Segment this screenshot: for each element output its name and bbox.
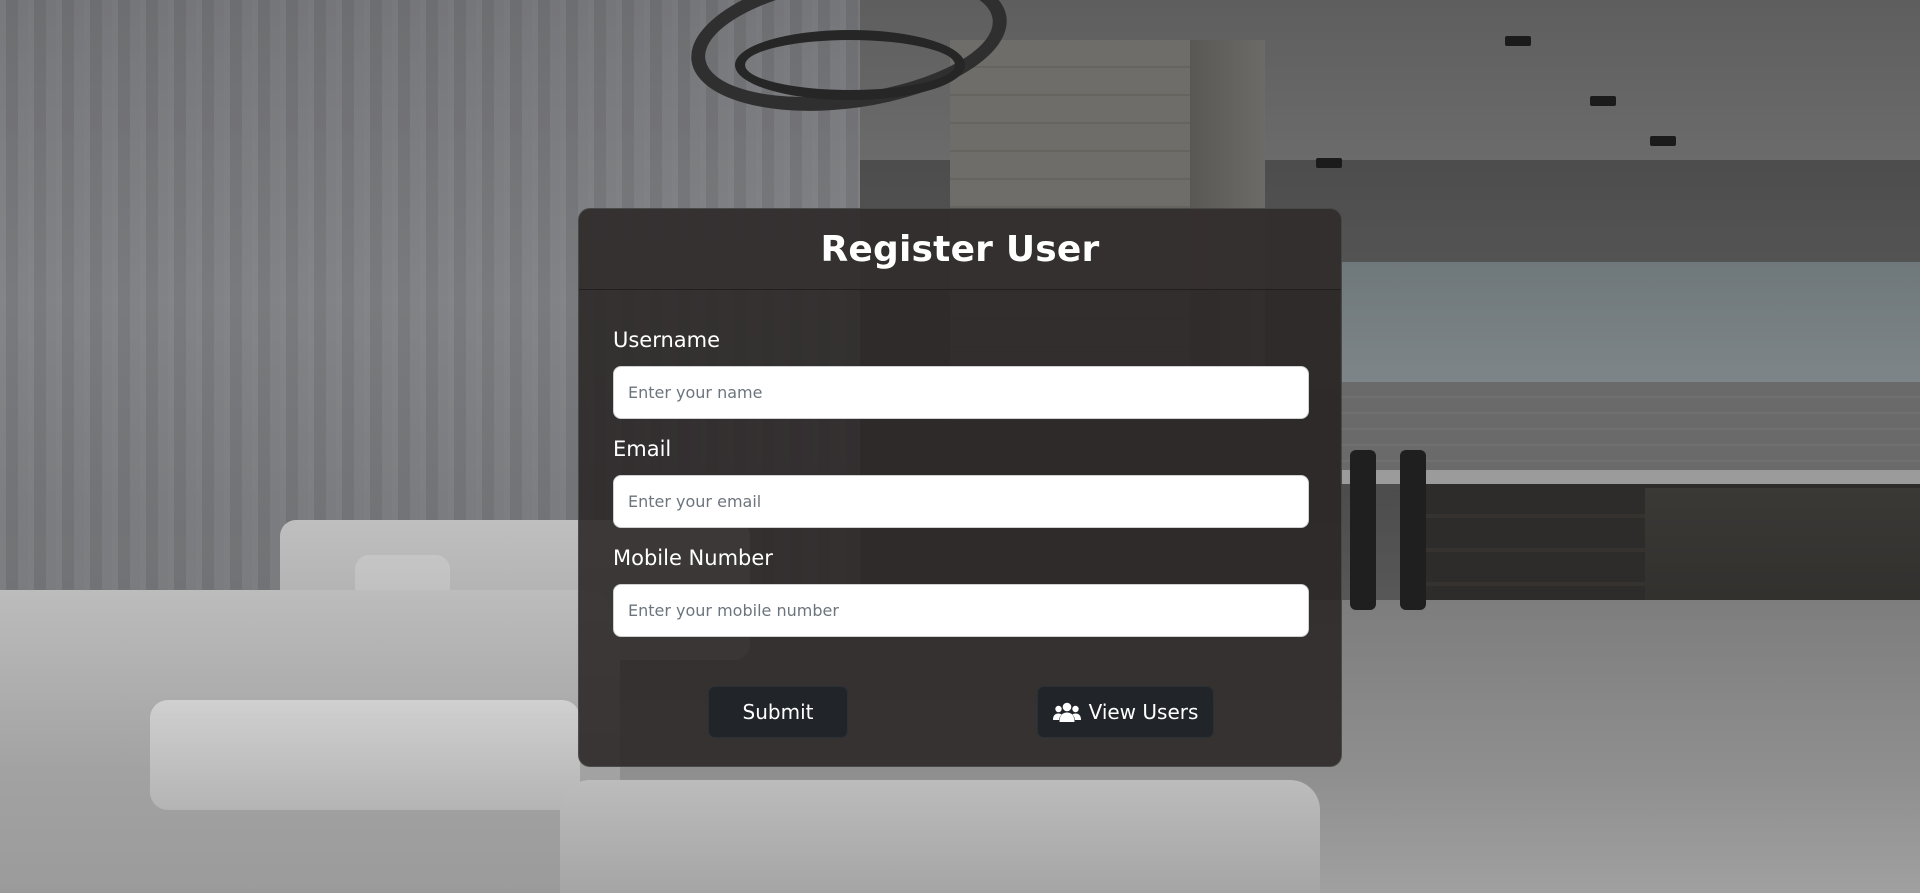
register-card: Register User Username Email Mobile Numb…	[578, 208, 1342, 767]
ceiling-light	[1316, 158, 1342, 168]
username-field-group: Username	[613, 328, 1309, 419]
username-label: Username	[613, 328, 721, 352]
form-actions: Submit View Users	[579, 686, 1341, 738]
background-pendant-lamp-ring	[735, 30, 965, 100]
ceiling-light	[1590, 96, 1616, 106]
background-sofa-cushion	[150, 700, 580, 810]
background-ottoman	[560, 780, 1320, 893]
view-users-button-label: View Users	[1088, 700, 1199, 724]
register-form: Username Email Mobile Number	[579, 290, 1341, 637]
submit-button-label: Submit	[742, 700, 814, 724]
username-input[interactable]	[613, 366, 1309, 419]
card-header: Register User	[579, 209, 1341, 290]
view-users-button[interactable]: View Users	[1037, 686, 1214, 738]
mobile-field-group: Mobile Number	[613, 546, 1309, 637]
mobile-number-label: Mobile Number	[613, 546, 773, 570]
background-upper-cabinets	[1340, 262, 1920, 382]
users-icon	[1052, 701, 1081, 723]
mobile-number-input[interactable]	[613, 584, 1309, 637]
email-label: Email	[613, 437, 672, 461]
ceiling-light	[1650, 136, 1676, 146]
email-field-group: Email	[613, 437, 1309, 528]
email-input[interactable]	[613, 475, 1309, 528]
ceiling-light	[1505, 36, 1531, 46]
background-backsplash	[1340, 382, 1920, 474]
background-chair	[1400, 450, 1426, 610]
page-title: Register User	[820, 228, 1100, 270]
submit-button[interactable]: Submit	[708, 686, 848, 738]
background-chair	[1350, 450, 1376, 610]
page: Register User Username Email Mobile Numb…	[0, 0, 1920, 893]
background-countertop	[1340, 470, 1920, 484]
